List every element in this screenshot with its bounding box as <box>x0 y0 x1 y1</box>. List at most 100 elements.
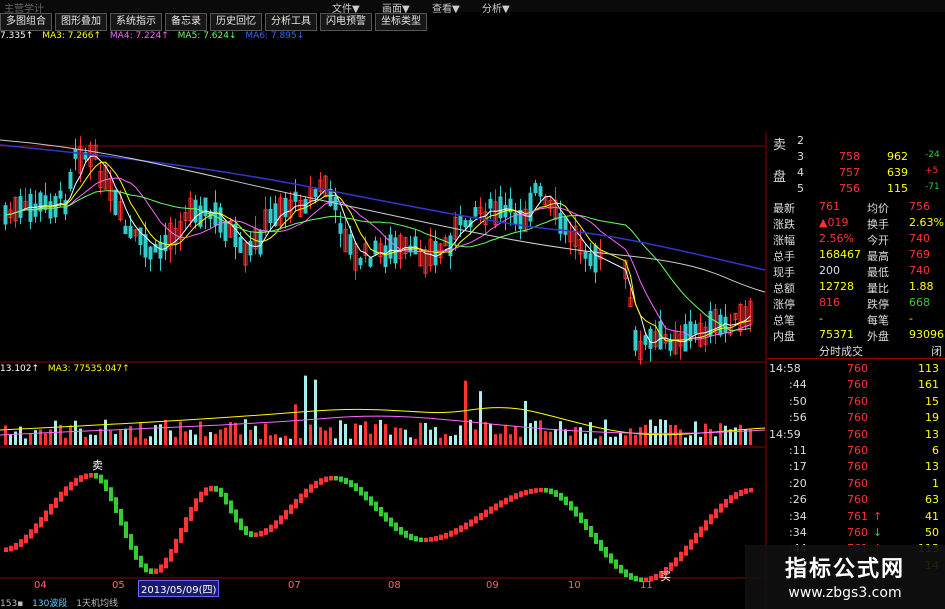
oscillator-bar <box>59 491 63 502</box>
candle-body <box>48 201 53 219</box>
oscillator-bar <box>574 506 578 517</box>
candle-body <box>248 240 253 256</box>
candle-body <box>723 316 728 333</box>
tab-wave-band[interactable]: 130波段 <box>32 599 67 609</box>
oscillator-bar <box>379 507 383 517</box>
oscillator-bar <box>359 487 363 496</box>
volume-bar <box>404 429 407 445</box>
quote-value: 816 <box>819 296 840 309</box>
oscillator-bar <box>84 473 88 480</box>
oscillator-bar <box>184 517 188 532</box>
oscillator-bar <box>409 533 413 541</box>
oscillator-bar <box>684 545 688 556</box>
oscillator-bar <box>314 480 318 489</box>
tab-ma-line[interactable]: 1天机均线 <box>76 599 118 609</box>
candle-body <box>683 324 688 352</box>
tab-153[interactable]: 153▪ <box>0 599 23 609</box>
menu-view[interactable]: 查看▼ <box>432 0 460 15</box>
candle-body <box>128 225 133 238</box>
oscillator-bar <box>189 507 193 522</box>
oscillator-bar <box>154 568 158 574</box>
volume-bar <box>564 429 567 445</box>
oscillator-bar <box>264 528 268 535</box>
memo-button[interactable]: 备忘录 <box>165 13 207 31</box>
tick-row: 14:58 760 113 <box>767 362 945 378</box>
oscillator-bar <box>369 496 373 506</box>
oscillator-bar <box>34 523 38 534</box>
volume-bar <box>664 420 667 445</box>
order-row: 5 756 115 -71 <box>797 182 940 195</box>
tick-price: 760 <box>847 378 868 392</box>
quote-row: 涨幅 2.56% 今开 740 <box>767 232 945 248</box>
oscillator-bar <box>524 489 528 496</box>
system-indicator-button[interactable]: 系统指示 <box>110 13 162 31</box>
tick-price: 760 <box>847 444 868 457</box>
volume-bar <box>359 425 362 445</box>
flash-alert-button[interactable]: 闪电预警 <box>320 13 372 31</box>
order-volume: 639 <box>887 166 908 179</box>
oscillator-bar <box>529 488 533 494</box>
ma-legend-ma5: MA5: 7.624↓ <box>177 31 237 41</box>
coordinate-type-button[interactable]: 坐标类型 <box>375 13 427 31</box>
multi-chart-button[interactable]: 多图组合 <box>0 13 52 31</box>
quote-label: 现手 <box>773 266 795 279</box>
oscillator-bar <box>449 530 453 537</box>
volume-bar <box>649 419 652 445</box>
volume-bar <box>104 419 107 445</box>
oscillator-bar <box>464 522 468 530</box>
volume-bar <box>634 434 637 445</box>
volume-bar <box>384 424 387 445</box>
tick-time: :56 <box>789 411 807 425</box>
volume-bar <box>94 435 97 445</box>
oscillator-bar <box>279 515 283 525</box>
oscillator-bar <box>304 488 308 498</box>
volume-bar <box>9 434 12 445</box>
oscillator-bar <box>54 497 58 508</box>
analysis-tools-button[interactable]: 分析工具 <box>265 13 317 31</box>
candle-body <box>473 206 478 217</box>
oscillator-bar <box>159 564 163 573</box>
oscillator-bar <box>394 522 398 531</box>
quote-value: 93096 <box>909 328 944 341</box>
oscillator-bar <box>334 476 338 481</box>
volume-bar <box>49 429 52 445</box>
volume-bar <box>319 427 322 445</box>
volume-bar <box>74 420 77 445</box>
volume-bar <box>554 428 557 445</box>
menu-analysis[interactable]: 分析▼ <box>482 0 510 15</box>
tick-row: :26 760 63 <box>767 493 945 509</box>
volume-bar <box>519 436 522 445</box>
tick-row: :20 760 1 <box>767 477 945 493</box>
volume-bar <box>24 438 27 445</box>
volume-bar <box>189 429 192 445</box>
tick-row: :56 760 19 <box>767 411 945 427</box>
quote-label: 涨跌 <box>773 218 795 231</box>
oscillator-bar <box>99 474 103 484</box>
oscillator-bar <box>339 476 343 482</box>
tick-arrow-icon: ↑ <box>873 509 883 523</box>
cursor-date: 2013/05/09(四) <box>138 580 220 597</box>
overlay-button[interactable]: 图形叠加 <box>55 13 107 31</box>
volume-bar <box>124 428 127 445</box>
volume-bar <box>714 436 717 445</box>
oscillator-bar <box>404 530 408 538</box>
ma-line <box>0 139 766 293</box>
order-volume: 962 <box>887 150 908 163</box>
oscillator-bar <box>604 546 608 558</box>
volume-bar <box>269 435 272 445</box>
volume-bar <box>149 436 152 445</box>
candle-body <box>223 221 228 242</box>
history-button[interactable]: 历史回忆 <box>210 13 262 31</box>
volume-bar <box>174 436 177 445</box>
oscillator-bar <box>194 498 198 511</box>
ticks-close[interactable]: 闭 <box>931 343 942 359</box>
candle-body <box>73 148 78 159</box>
oscillator-bar <box>509 495 513 502</box>
watermark-title: 指标公式网 <box>784 557 905 582</box>
oscillator-bar <box>384 512 388 522</box>
date-label: 10 <box>568 580 581 591</box>
tick-row: :11 760 6 <box>767 444 945 460</box>
quote-value: 740 <box>909 232 930 245</box>
candle-body <box>293 191 298 202</box>
volume-bar <box>509 434 512 445</box>
